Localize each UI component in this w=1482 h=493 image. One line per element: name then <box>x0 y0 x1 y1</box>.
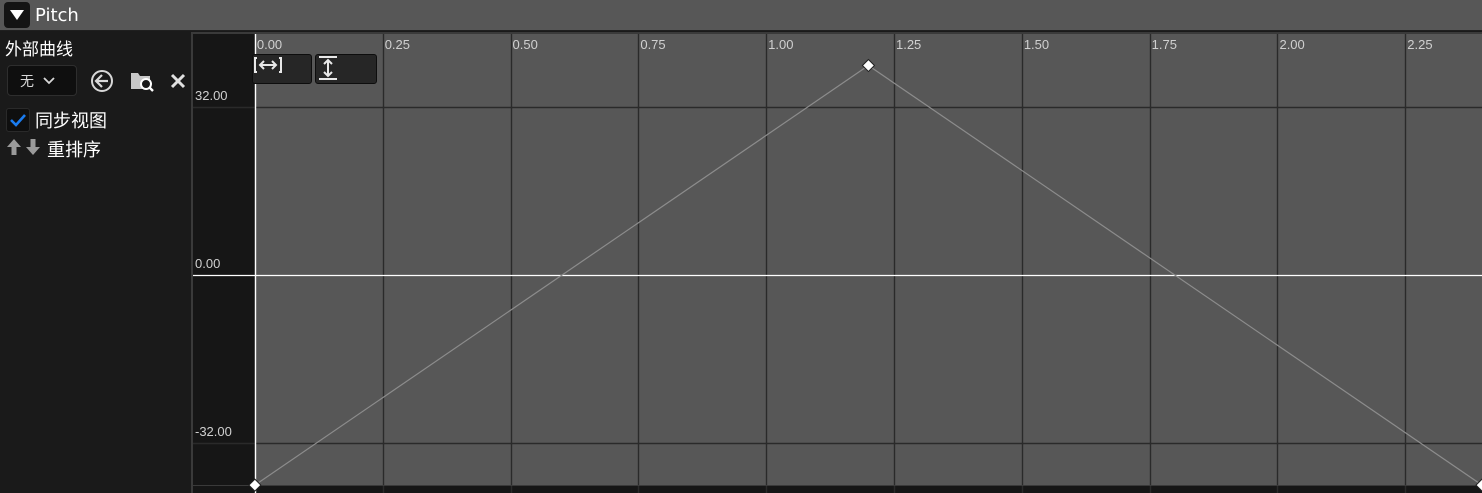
x-tick-label: 0.25 <box>384 37 410 52</box>
y-tick-label: 0.00 <box>195 256 221 272</box>
fit-vertical-icon <box>319 56 337 80</box>
browse-folder-icon <box>131 73 154 92</box>
reorder-row: 重排序 <box>6 136 101 162</box>
arrow-up-icon[interactable] <box>6 138 22 160</box>
clear-asset-button[interactable] <box>167 70 189 92</box>
curve-graph[interactable]: 0.00 0.25 0.50 0.75 1.00 1.25 1.50 1.75 2.00 2.25… <box>191 32 1482 493</box>
arrow-down-icon[interactable] <box>25 138 41 160</box>
sync-view-row: 同步视图 <box>6 107 107 133</box>
curve-header: Pitch <box>0 0 1482 31</box>
x-tick-label: 0.75 <box>640 37 666 52</box>
x-tick-label: 0.50 <box>512 37 538 52</box>
external-curve-label: 外部曲线 <box>5 40 73 60</box>
x-tick-label: 1.75 <box>1151 37 1177 52</box>
back-arrow-icon <box>91 70 113 92</box>
combo-value: 无 <box>20 73 34 90</box>
x-tick-label: 1.50 <box>1023 37 1050 52</box>
x-tick-label: 2.25 <box>1407 37 1433 52</box>
curve-data-region <box>254 34 1482 486</box>
curve-graph-canvas[interactable] <box>193 34 1482 493</box>
sync-view-label: 同步视图 <box>35 111 107 132</box>
chevron-down-icon <box>42 76 56 86</box>
external-curve-combo[interactable]: 无 <box>7 65 77 96</box>
zoom-to-fit-vertical-button[interactable] <box>315 54 377 84</box>
x-tick-label: 1.00 <box>768 37 794 52</box>
y-tick-label: -32.00 <box>195 424 232 440</box>
x-tick-label: 0.00 <box>256 37 283 52</box>
x-tick-label: 1.25 <box>895 37 922 52</box>
collapse-button[interactable] <box>4 2 30 28</box>
curve-editor: Pitch 外部曲线 无 同步视图 重排序 0.00 0.25 0.50 0.7… <box>0 0 1482 493</box>
triangle-down-icon <box>10 10 24 20</box>
curve-title: Pitch <box>35 4 79 26</box>
close-icon <box>170 73 186 89</box>
x-tick-label: 2.00 <box>1279 37 1305 52</box>
y-tick-label: 32.00 <box>195 88 228 104</box>
zoom-to-fit-horizontal-button[interactable] <box>252 54 312 84</box>
use-selected-asset-button[interactable] <box>89 68 115 94</box>
fit-horizontal-icon <box>254 57 282 73</box>
checkmark-icon <box>10 114 26 127</box>
reorder-label: 重排序 <box>47 140 101 161</box>
curve-side-panel: 外部曲线 无 同步视图 重排序 <box>0 32 191 493</box>
browse-asset-button[interactable] <box>128 68 156 94</box>
sync-view-checkbox[interactable] <box>6 108 30 132</box>
